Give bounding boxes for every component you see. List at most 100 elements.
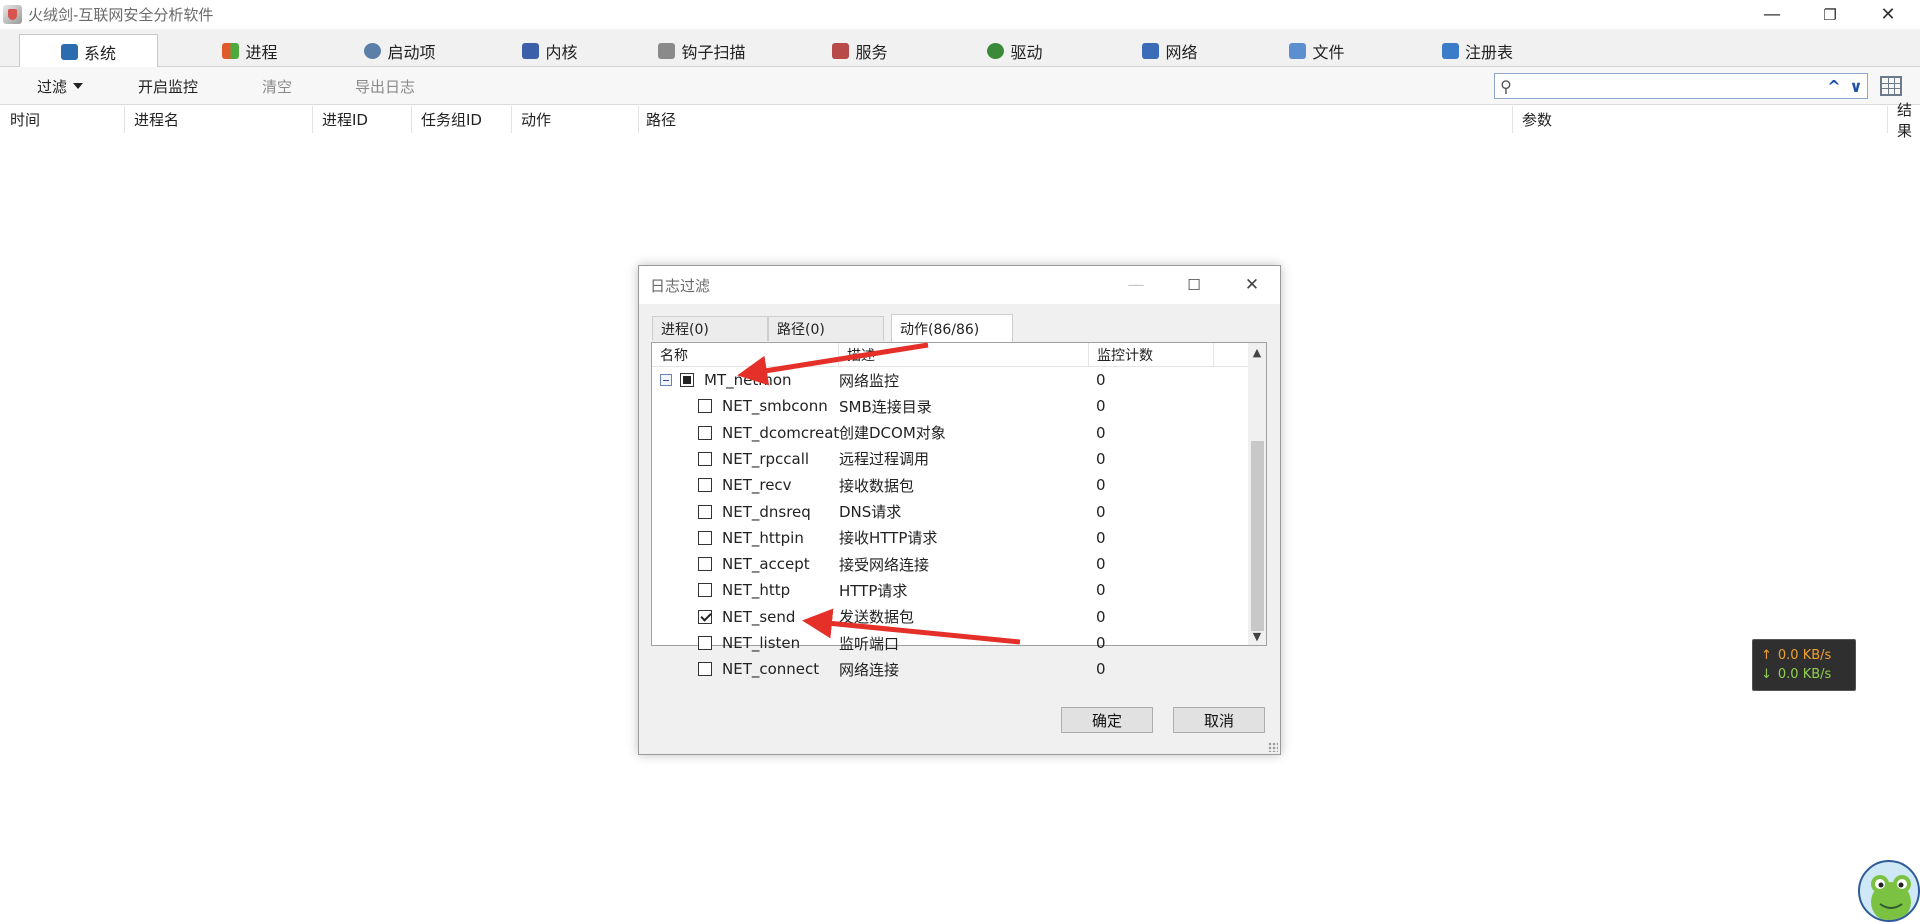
- dialog-maximize-button[interactable]: ☐: [1165, 266, 1223, 304]
- action-list-header: 名称 描述 监控计数: [652, 343, 1248, 367]
- start-monitor-button[interactable]: 开启监控: [138, 67, 198, 105]
- scroll-thumb[interactable]: [1251, 441, 1264, 631]
- tab-network[interactable]: 网络: [1120, 34, 1220, 67]
- eye-icon: [364, 42, 382, 59]
- action-name: MT_netmon: [704, 371, 792, 389]
- action-row[interactable]: NET_listen 监听端口 0: [652, 630, 1248, 656]
- tab-action-filter[interactable]: 动作(86/86): [891, 314, 1013, 342]
- action-checkbox[interactable]: [698, 451, 712, 466]
- tab-process-filter[interactable]: 进程(0): [652, 316, 768, 341]
- column-settings-icon[interactable]: [1880, 76, 1902, 96]
- toolbar: 过滤 开启监控 清空 导出日志 ⚲ ^ ∨: [0, 67, 1920, 105]
- action-row[interactable]: NET_send 发送数据包 0: [652, 604, 1248, 630]
- tab-registry[interactable]: 注册表: [1420, 34, 1535, 67]
- action-checkbox[interactable]: [698, 636, 712, 650]
- action-row[interactable]: NET_dcomcreat 创建DCOM对象 0: [652, 420, 1248, 446]
- action-row[interactable]: NET_http HTTP请求 0: [652, 577, 1248, 603]
- export-log-button[interactable]: 导出日志: [355, 67, 415, 105]
- action-name-cell: NET_http: [698, 581, 790, 599]
- tab-hook-scan[interactable]: 钩子扫描: [652, 34, 752, 67]
- list-column-name[interactable]: 名称: [652, 343, 839, 367]
- action-name: NET_http: [722, 581, 791, 600]
- action-checkbox[interactable]: [680, 373, 694, 387]
- filter-button[interactable]: 过滤: [37, 67, 84, 105]
- column-task-group-id[interactable]: 任务组ID: [411, 106, 512, 133]
- action-checkbox[interactable]: [698, 530, 712, 545]
- action-description: 监听端口: [839, 634, 900, 653]
- action-checkbox[interactable]: [698, 662, 712, 677]
- log-filter-dialog: 日志过滤 — ☐ ✕ 进程(0) 路径(0) 动作(86/86) 名称 描述 监…: [638, 265, 1281, 755]
- column-path[interactable]: 路径: [636, 106, 1513, 133]
- list-column-count[interactable]: 监控计数: [1089, 343, 1214, 367]
- action-checkbox[interactable]: [698, 399, 712, 414]
- minimize-button[interactable]: —: [1743, 0, 1801, 29]
- tab-kernel[interactable]: 内核: [510, 34, 590, 67]
- action-checkbox[interactable]: [698, 557, 712, 572]
- action-monitor-count: 0: [1096, 449, 1106, 468]
- action-checkbox[interactable]: [698, 504, 712, 519]
- clear-button[interactable]: 清空: [262, 67, 292, 105]
- dialog-close-button[interactable]: ✕: [1223, 266, 1281, 304]
- action-name-cell: MT_netmon: [660, 371, 792, 389]
- action-checkbox[interactable]: [698, 425, 712, 440]
- action-checkbox[interactable]: [698, 583, 712, 598]
- column-process-id[interactable]: 进程ID: [312, 106, 412, 133]
- action-row[interactable]: NET_httpin 接收HTTP请求 0: [652, 525, 1248, 551]
- tab-startup[interactable]: 启动项: [350, 34, 450, 67]
- tab-path-filter[interactable]: 路径(0): [768, 316, 884, 341]
- action-name-cell: NET_smbconn: [698, 397, 828, 415]
- action-name: NET_dcomcreat: [722, 423, 840, 442]
- restore-button[interactable]: ❐: [1801, 0, 1859, 29]
- action-row[interactable]: NET_rpccall 远程过程调用 0: [652, 446, 1248, 472]
- column-time[interactable]: 时间: [0, 106, 125, 133]
- scroll-down-icon[interactable]: ▼: [1248, 627, 1266, 645]
- upload-arrow-icon: ↑: [1761, 648, 1772, 663]
- app-icon: [3, 5, 22, 24]
- resize-grip-icon[interactable]: [1268, 742, 1278, 752]
- action-row[interactable]: NET_recv 接收数据包 0: [652, 472, 1248, 498]
- dialog-minimize-button[interactable]: —: [1107, 266, 1165, 304]
- tab-label: 驱动: [1010, 42, 1043, 62]
- column-params[interactable]: 参数: [1512, 106, 1888, 133]
- filter-label: 过滤: [37, 77, 68, 96]
- action-monitor-count: 0: [1096, 634, 1106, 652]
- column-action[interactable]: 动作: [511, 106, 639, 133]
- tab-drivers[interactable]: 驱动: [970, 34, 1060, 67]
- network-icon: [1142, 42, 1160, 59]
- collapse-icon[interactable]: [660, 374, 672, 386]
- tab-label: 进程: [245, 42, 278, 62]
- tab-process[interactable]: 进程: [200, 34, 300, 67]
- action-monitor-count: 0: [1096, 423, 1106, 442]
- action-checkbox[interactable]: [698, 609, 712, 624]
- list-column-desc[interactable]: 描述: [839, 343, 1089, 367]
- ok-button[interactable]: 确定: [1061, 707, 1153, 733]
- close-button[interactable]: ✕: [1859, 0, 1917, 29]
- action-name-cell: NET_listen: [698, 634, 800, 652]
- search-up-icon[interactable]: ^: [1823, 75, 1845, 97]
- column-process-name[interactable]: 进程名: [124, 106, 313, 133]
- cancel-button[interactable]: 取消: [1173, 707, 1265, 733]
- action-name-cell: NET_httpin: [698, 529, 804, 547]
- tab-label: 系统: [83, 43, 116, 63]
- column-result[interactable]: 结果: [1887, 101, 1920, 140]
- search-down-icon[interactable]: ∨: [1845, 75, 1867, 97]
- action-checkbox[interactable]: [698, 478, 712, 493]
- action-row[interactable]: NET_dnsreq DNS请求 0: [652, 499, 1248, 525]
- action-monitor-count: 0: [1096, 397, 1106, 416]
- action-row[interactable]: NET_accept 接受网络连接 0: [652, 551, 1248, 577]
- action-row[interactable]: NET_connect 网络连接 0: [652, 656, 1248, 682]
- list-scrollbar[interactable]: ▲ ▼: [1248, 343, 1266, 645]
- search-input[interactable]: [1517, 75, 1823, 97]
- action-description: 接收数据包: [839, 476, 915, 495]
- action-name: NET_accept: [722, 555, 810, 574]
- network-speed-widget: ↑ 0.0 KB/s ↓ 0.0 KB/s: [1752, 639, 1856, 691]
- action-name: NET_smbconn: [722, 397, 828, 416]
- tab-services[interactable]: 服务: [815, 34, 905, 67]
- tab-system[interactable]: 系统: [19, 34, 158, 68]
- action-row[interactable]: MT_netmon 网络监控 0: [652, 367, 1248, 393]
- action-row[interactable]: NET_smbconn SMB连接目录 0: [652, 393, 1248, 419]
- scroll-up-icon[interactable]: ▲: [1248, 343, 1266, 361]
- frog-mascot-icon[interactable]: [1858, 860, 1920, 922]
- registry-icon: [1441, 42, 1459, 59]
- tab-files[interactable]: 文件: [1272, 34, 1362, 67]
